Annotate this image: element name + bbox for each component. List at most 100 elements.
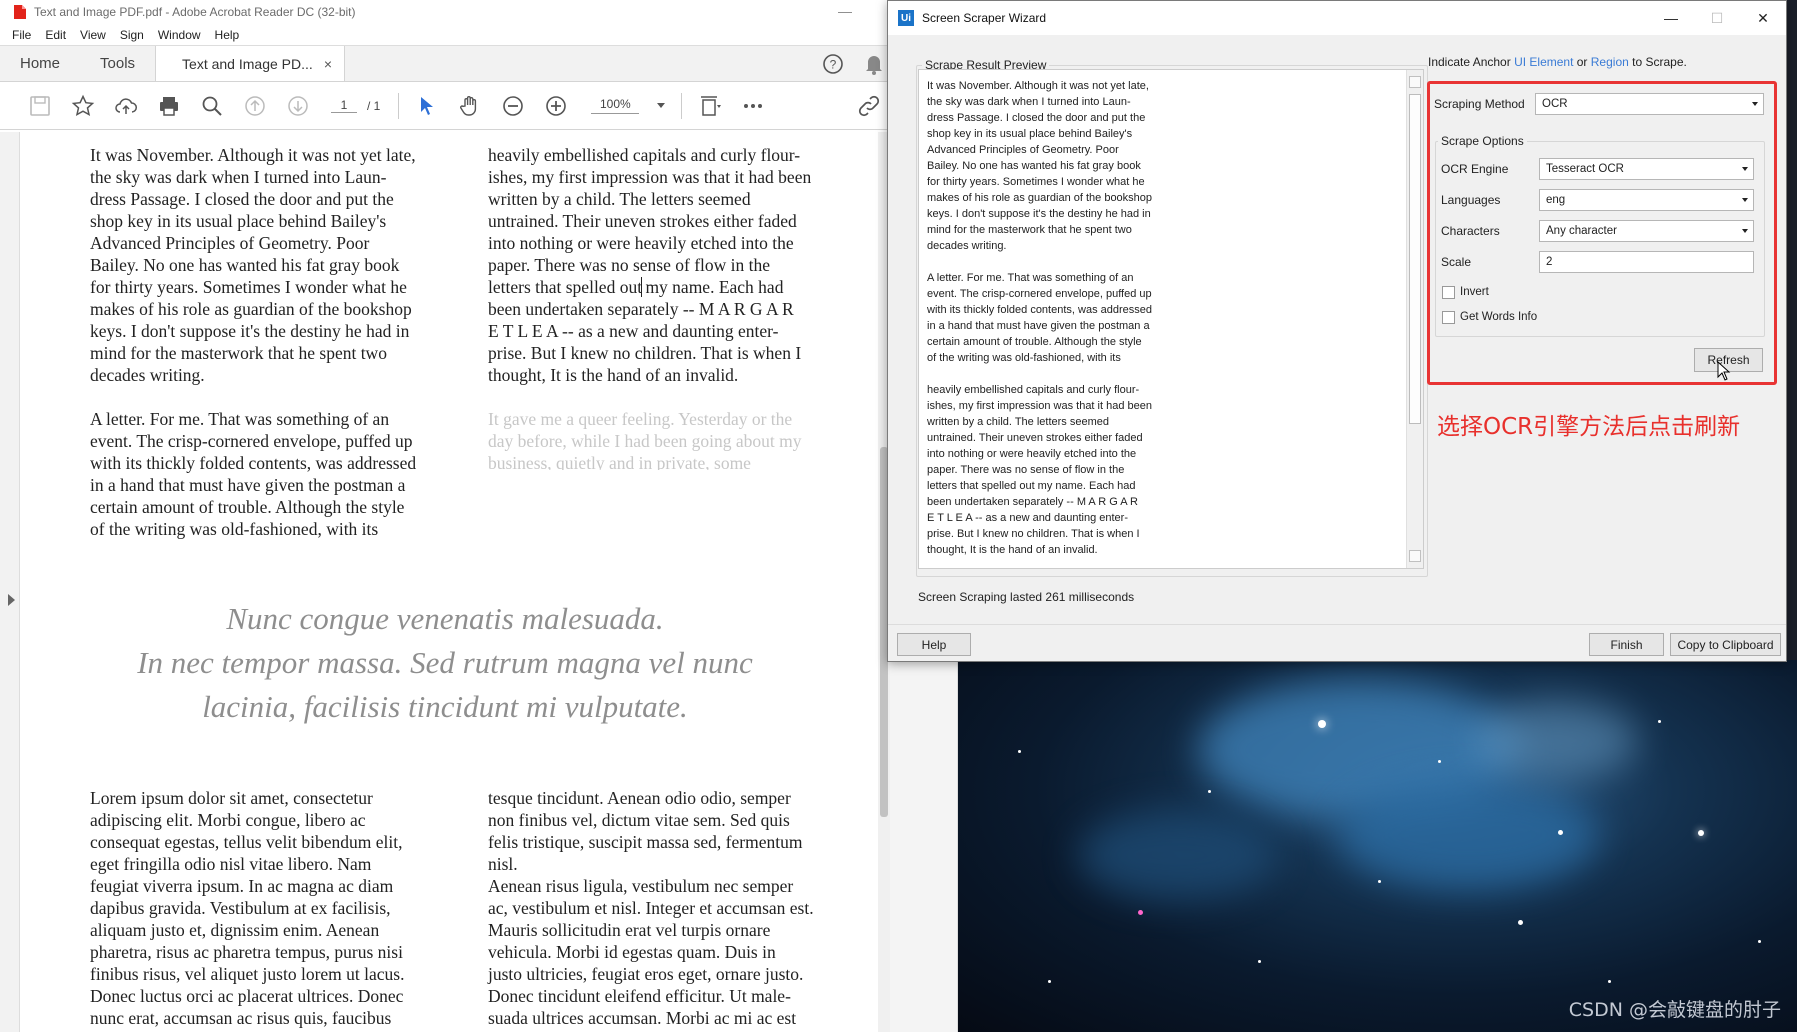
cursor-arrow-icon <box>420 96 433 115</box>
ocr-engine-select[interactable]: Tesseract OCR <box>1539 158 1754 180</box>
help-icon[interactable]: ? <box>822 53 844 75</box>
chevron-down-icon <box>1742 198 1748 202</box>
arrow-up-circle-icon <box>244 95 265 116</box>
help-button[interactable]: Help <box>897 633 971 656</box>
prev-page-button[interactable] <box>233 86 276 126</box>
menu-sign[interactable]: Sign <box>120 28 144 42</box>
more-tools-button[interactable] <box>731 86 774 126</box>
scroll-up-icon[interactable] <box>1409 76 1421 88</box>
menu-window[interactable]: Window <box>158 28 201 42</box>
ui-element-link[interactable]: UI Element <box>1514 55 1573 69</box>
scroll-down-icon[interactable] <box>1409 550 1421 562</box>
share-link-button[interactable] <box>847 86 890 126</box>
copy-to-clipboard-button[interactable]: Copy to Clipboard <box>1670 633 1781 656</box>
link-icon <box>858 95 879 116</box>
acrobat-minimize-button[interactable]: — <box>838 3 852 19</box>
doc-paragraph: Lorem ipsum dolor sit amet, consectetur … <box>90 788 405 1028</box>
quote-text: Nunc congue venenatis malesuada. In nec … <box>137 601 753 724</box>
toolbar-separator <box>681 92 683 119</box>
search-icon <box>202 96 222 116</box>
get-words-info-checkbox[interactable] <box>1442 311 1455 324</box>
zoom-value: 100% <box>591 97 640 114</box>
acrobat-titlebar: Text and Image PDF.pdf - Adobe Acrobat R… <box>0 0 890 24</box>
zoom-in-button[interactable] <box>534 86 577 126</box>
menu-bar: File Edit View Sign Window Help <box>0 24 890 46</box>
scrape-options-label: Scrape Options <box>1438 134 1527 148</box>
chevron-down-icon <box>1742 167 1748 171</box>
find-button[interactable] <box>190 86 233 126</box>
uipath-logo-icon: Ui <box>898 10 914 26</box>
upload-button[interactable] <box>104 86 147 126</box>
finish-button[interactable]: Finish <box>1589 633 1664 656</box>
languages-label: Languages <box>1441 193 1501 207</box>
tab-document-label: Text and Image PD... <box>182 55 313 72</box>
tab-close-icon[interactable]: × <box>324 56 332 72</box>
ocr-engine-value: Tesseract OCR <box>1546 163 1624 175</box>
invert-label: Invert <box>1460 286 1489 298</box>
next-page-button[interactable] <box>276 86 319 126</box>
doc-paragraph: It gave me a queer feeling. Yesterday or… <box>488 409 802 470</box>
tab-home[interactable]: Home <box>0 46 80 81</box>
save-button[interactable] <box>18 86 61 126</box>
annotation-text: 选择OCR引擎方法后点击刷新 <box>1437 414 1741 440</box>
characters-label: Characters <box>1441 224 1500 238</box>
left-panel-toggle[interactable] <box>0 132 20 1032</box>
doc-paragraph: It was November. Although it was not yet… <box>90 145 416 385</box>
chevron-down-icon <box>1742 229 1748 233</box>
screen-scraper-wizard: Ui Screen Scraper Wizard — ☐ ✕ Scrape Re… <box>887 0 1787 662</box>
languages-select[interactable]: eng <box>1539 189 1754 211</box>
maximize-button[interactable]: ☐ <box>1694 10 1740 27</box>
preview-scrollbar[interactable] <box>1406 70 1423 568</box>
menu-view[interactable]: View <box>80 28 106 42</box>
invert-checkbox[interactable] <box>1442 286 1455 299</box>
get-words-info-label: Get Words Info <box>1460 311 1538 323</box>
scale-label: Scale <box>1441 255 1472 269</box>
bookmark-button[interactable] <box>61 86 104 126</box>
toolbar-separator <box>398 92 400 119</box>
acrobat-title: Text and Image PDF.pdf - Adobe Acrobat R… <box>34 5 356 19</box>
doc-paragraph: A letter. For me. That was something of … <box>90 409 417 539</box>
desktop-background: CSDN @会敲键盘的肘子 <box>958 660 1797 1032</box>
scale-input[interactable]: 2 <box>1539 251 1754 273</box>
tab-tools[interactable]: Tools <box>80 46 155 81</box>
anchor-suffix: to Scrape. <box>1628 55 1687 69</box>
scraping-method-select[interactable]: OCR <box>1535 93 1764 115</box>
scraping-method-label: Scraping Method <box>1434 97 1525 111</box>
indicate-anchor-text: Indicate Anchor UI Element or Region to … <box>1428 55 1687 69</box>
hand-tool-button[interactable] <box>448 86 491 126</box>
arrow-down-circle-icon <box>287 95 308 116</box>
anchor-or: or <box>1573 55 1591 69</box>
menu-help[interactable]: Help <box>215 28 240 42</box>
zoom-out-button[interactable] <box>491 86 534 126</box>
close-button[interactable]: ✕ <box>1740 10 1786 27</box>
page-number-input[interactable]: 1 <box>331 98 357 113</box>
svg-text:?: ? <box>830 57 837 71</box>
save-icon <box>29 95 50 116</box>
page-display-button[interactable] <box>688 86 731 126</box>
menu-edit[interactable]: Edit <box>45 28 66 42</box>
anchor-prefix: Indicate Anchor <box>1428 55 1515 69</box>
printer-icon <box>159 96 178 116</box>
scrape-result-preview[interactable]: It was November. Although it was not yet… <box>918 69 1424 569</box>
scale-value: 2 <box>1546 256 1553 268</box>
notification-bell-icon[interactable] <box>864 53 884 75</box>
wizard-title: Screen Scraper Wizard <box>922 11 1047 25</box>
document-view[interactable]: It was November. Although it was not yet… <box>0 132 890 1032</box>
characters-select[interactable]: Any character <box>1539 220 1754 242</box>
acrobat-window: Text and Image PDF.pdf - Adobe Acrobat R… <box>0 0 890 1032</box>
scrollbar-thumb[interactable] <box>1409 94 1421 424</box>
wizard-titlebar: Ui Screen Scraper Wizard — ☐ ✕ <box>888 1 1786 35</box>
region-link[interactable]: Region <box>1591 55 1629 69</box>
acrobat-toolbar: 1 / 1 100% <box>0 82 890 130</box>
select-tool-button[interactable] <box>405 86 448 126</box>
mouse-pointer-icon <box>1717 361 1731 381</box>
menu-file[interactable]: File <box>12 28 31 42</box>
page-navigator: 1 / 1 <box>319 98 392 113</box>
zoom-select[interactable]: 100% <box>581 97 675 114</box>
tab-document[interactable]: Text and Image PD... × <box>155 46 346 81</box>
print-button[interactable] <box>147 86 190 126</box>
doc-paragraph: heavily embellished capitals and curly f… <box>488 144 868 386</box>
minimize-button[interactable]: — <box>1648 10 1694 27</box>
chevron-down-icon <box>1752 102 1758 106</box>
status-text: Screen Scraping lasted 261 milliseconds <box>918 590 1135 604</box>
